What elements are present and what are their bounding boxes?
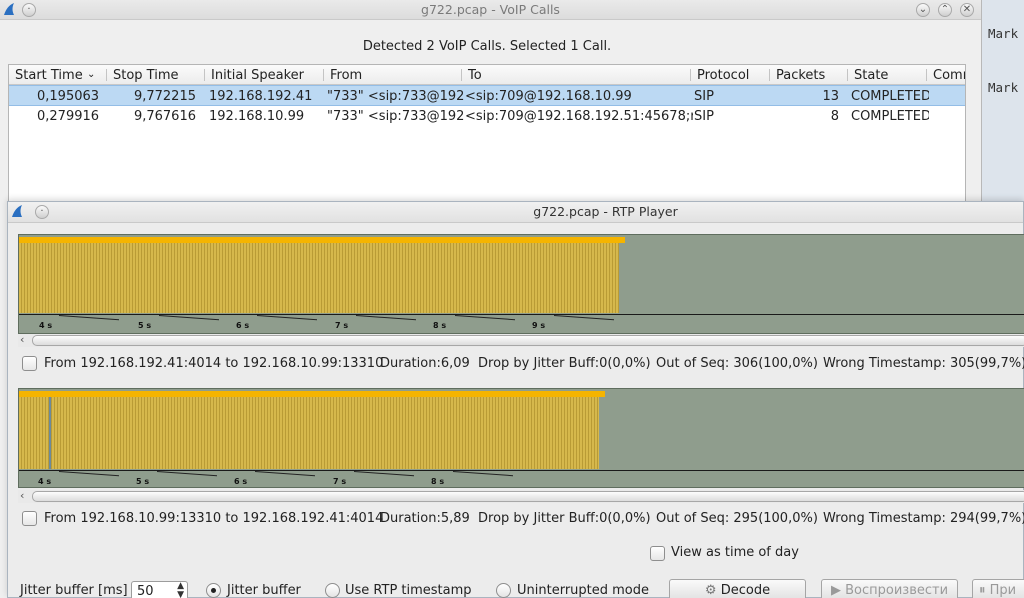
tick-label: 6 s	[234, 477, 248, 486]
jitter-buffer-label: Jitter buffer [ms]	[20, 583, 128, 598]
voip-window-title: g722.pcap - VoIP Calls	[421, 2, 560, 17]
col-from[interactable]: From	[330, 68, 362, 83]
stream-2-out-of-seq: Out of Seq: 295(100,0%)	[656, 511, 818, 526]
cell-packets: 13	[822, 89, 839, 104]
tick-label: 8 s	[433, 321, 447, 330]
stream-2-audio-wave	[19, 397, 599, 469]
table-row[interactable]: 0,195063 9,772215 192.168.192.41 "733" <…	[9, 85, 965, 106]
cell-state: COMPLETED	[851, 89, 929, 104]
pause-label: При	[989, 583, 1017, 598]
stream-2-cursor	[49, 397, 51, 469]
stream-2-waveform[interactable]: 4 s 5 s 6 s 7 s 8 s	[18, 388, 1024, 488]
jitter-buffer-spinbox[interactable]: 50 ▲ ▼	[131, 581, 188, 598]
jitter-buffer-radio[interactable]	[206, 583, 221, 598]
tick-label: 4 s	[38, 477, 52, 486]
table-row[interactable]: 0,279916 9,767616 192.168.10.99 "733" <s…	[9, 106, 965, 127]
rtp-window-title: g722.pcap - RTP Player	[533, 204, 678, 219]
spin-arrows-icon[interactable]: ▲ ▼	[177, 582, 184, 598]
decode-button[interactable]: ⚙ Decode	[669, 579, 806, 598]
stream-2-checkbox[interactable]	[22, 511, 37, 526]
cell-initial-speaker: 192.168.192.41	[209, 89, 313, 104]
uninterrupted-radio[interactable]	[496, 583, 511, 598]
play-button[interactable]: ▶ Воспроизвести	[821, 579, 958, 598]
stream-1-wrong-timestamp: Wrong Timestamp: 305(99,7%)	[823, 356, 1024, 371]
tick-label: 4 s	[39, 321, 53, 330]
pause-icon: ⏸	[979, 583, 986, 598]
stream-2-wrong-timestamp: Wrong Timestamp: 294(99,7%)	[823, 511, 1024, 526]
stream-1-audio-wave	[19, 243, 619, 313]
scrollbar-thumb[interactable]	[32, 491, 1024, 502]
calls-table: Start Time ⌄ Stop Time Initial Speaker F…	[8, 64, 966, 204]
tick-label: 6 s	[236, 321, 250, 330]
col-state[interactable]: State	[854, 68, 888, 83]
stream-2-scrollbar[interactable]: ‹	[18, 489, 1024, 503]
rtp-titlebar: · g722.pcap - RTP Player	[8, 202, 1023, 223]
stream-1-checkbox[interactable]	[22, 356, 37, 371]
stream-1-from-to: From 192.168.192.41:4014 to 192.168.10.9…	[44, 356, 384, 371]
tick-label: 5 s	[136, 477, 150, 486]
rtp-timestamp-label: Use RTP timestamp	[345, 583, 472, 598]
player-controls: Jitter buffer [ms] 50 ▲ ▼ Jitter buffer U…	[8, 579, 1024, 598]
stream-1-waveform[interactable]: 4 s 5 s 6 s 7 s 8 s 9 s	[18, 234, 1024, 334]
cell-packets: 8	[830, 109, 839, 124]
calls-table-header: Start Time ⌄ Stop Time Initial Speaker F…	[9, 65, 965, 85]
side-mark-label: Mark	[988, 26, 1019, 41]
tick-label: 7 s	[335, 321, 349, 330]
stream-1-drop: Drop by Jitter Buff:0(0,0%)	[478, 356, 651, 371]
col-initial-speaker[interactable]: Initial Speaker	[211, 68, 304, 83]
stream-2-axis	[19, 470, 1024, 471]
stream-2-from-to: From 192.168.10.99:13310 to 192.168.192.…	[44, 511, 384, 526]
tick-label: 9 s	[532, 321, 546, 330]
cell-state: COMPLETED	[851, 109, 929, 124]
stream-2-drop: Drop by Jitter Buff:0(0,0%)	[478, 511, 651, 526]
scroll-left-icon[interactable]: ‹	[20, 333, 24, 346]
col-to[interactable]: To	[468, 68, 482, 83]
side-mark-label: Mark	[988, 80, 1019, 95]
col-stop-time[interactable]: Stop Time	[113, 68, 179, 83]
tick-label: 5 s	[138, 321, 152, 330]
cell-to: <sip:709@192.168.192.51:45678;rir	[465, 109, 693, 124]
sort-down-icon: ⌄	[87, 69, 96, 80]
uninterrupted-label: Uninterrupted mode	[517, 583, 649, 598]
tick-label: 8 s	[431, 477, 445, 486]
cell-protocol: SIP	[694, 89, 714, 104]
col-comments[interactable]: Comm	[933, 68, 965, 83]
calls-summary: Detected 2 VoIP Calls. Selected 1 Call.	[362, 39, 612, 54]
close-button[interactable]: ✕	[960, 3, 974, 17]
stream-2-duration: Duration:5,89	[380, 511, 470, 526]
minimize-button[interactable]: ⌄	[916, 3, 930, 17]
cell-from: "733" <sip:733@192.	[327, 89, 464, 104]
cell-start-time: 0,195063	[37, 89, 100, 104]
decode-label: Decode	[720, 583, 771, 598]
cell-to: <sip:709@192.168.10.99	[465, 89, 632, 104]
maximize-button[interactable]: ⌃	[938, 3, 952, 17]
scroll-left-icon[interactable]: ‹	[20, 489, 24, 502]
cell-stop-time: 9,767616	[133, 109, 196, 124]
col-packets[interactable]: Packets	[776, 68, 825, 83]
decode-icon: ⚙	[704, 583, 717, 598]
rtp-timestamp-radio[interactable]	[325, 583, 340, 598]
tick-label: 7 s	[333, 477, 347, 486]
col-protocol[interactable]: Protocol	[697, 68, 749, 83]
play-label: Воспроизвести	[845, 583, 949, 598]
cell-initial-speaker: 192.168.10.99	[209, 109, 305, 124]
stream-1-duration: Duration:6,09	[380, 356, 470, 371]
pause-button[interactable]: ⏸ При	[972, 579, 1024, 598]
rtp-player-window: · g722.pcap - RTP Player 4 s 5 s 6 s 7 s…	[7, 201, 1024, 598]
voip-titlebar: · g722.pcap - VoIP Calls ⌄ ⌃ ✕	[0, 0, 981, 20]
cell-start-time: 0,279916	[37, 109, 100, 124]
cell-from: "733" <sip:733@192.	[327, 109, 464, 124]
stream-1-out-of-seq: Out of Seq: 306(100,0%)	[656, 356, 818, 371]
scrollbar-thumb[interactable]	[32, 335, 1024, 346]
col-start-time[interactable]: Start Time	[15, 68, 83, 83]
stream-1-scrollbar[interactable]: ‹	[18, 333, 1024, 347]
jitter-buffer-mode-label: Jitter buffer	[227, 583, 301, 598]
view-as-time-label: View as time of day	[671, 545, 799, 560]
cell-stop-time: 9,772215	[133, 89, 196, 104]
play-icon: ▶	[830, 583, 841, 598]
view-as-time-checkbox[interactable]	[650, 546, 665, 561]
cell-protocol: SIP	[694, 109, 714, 124]
jitter-buffer-value: 50	[137, 584, 154, 598]
